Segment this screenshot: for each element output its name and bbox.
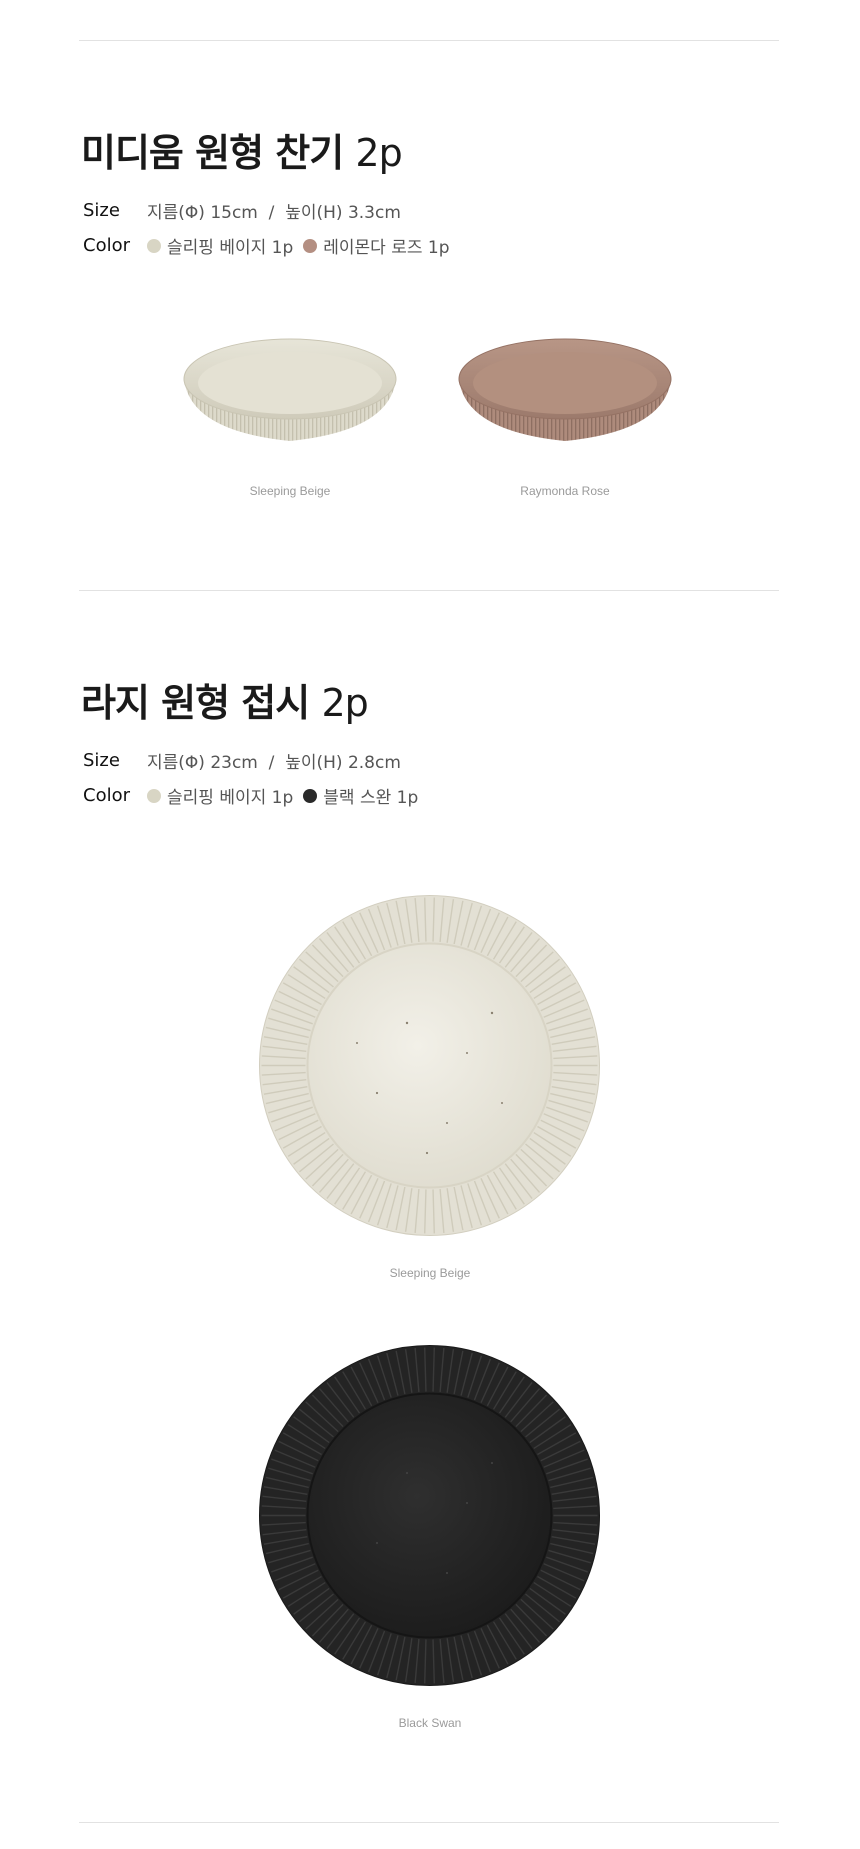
color-option: 슬리핑 베이지 1p <box>147 783 293 808</box>
color-option: 슬리핑 베이지 1p <box>147 233 293 258</box>
divider-top <box>79 40 779 41</box>
section2-qty: 2p <box>321 681 368 725</box>
size-value: 지름(Φ) 23cm / 높이(H) 2.8cm <box>147 753 401 773</box>
color-swatch <box>303 238 318 253</box>
caption-sleeping-beige: Sleeping Beige <box>249 484 331 498</box>
section2-color-row: Color 슬리핑 베이지 1p 블랙 스완 1p <box>83 783 428 808</box>
color-label: Color <box>83 785 130 806</box>
section1-size-row: Size 지름(Φ) 15cm / 높이(H) 3.3cm <box>83 198 401 223</box>
color-swatch <box>147 788 161 803</box>
color-option: 블랙 스완 1p <box>303 783 418 808</box>
size-label: Size <box>83 750 120 771</box>
section1-qty: 2p <box>355 131 402 175</box>
size-label: Size <box>83 200 120 221</box>
plate-image-black-swan <box>259 1345 600 1686</box>
bowl-image-sleeping-beige <box>183 338 397 441</box>
caption-raymonda-rose: Raymonda Rose <box>520 484 610 498</box>
plate-image-sleeping-beige <box>259 895 600 1236</box>
section2-title-text: 라지 원형 접시 <box>81 681 310 725</box>
section1-color-row: Color 슬리핑 베이지 1p 레이몬다 로즈 1p <box>83 233 460 258</box>
color-option-label: 슬리핑 베이지 1p <box>167 238 294 258</box>
color-swatch <box>147 238 161 253</box>
color-option-label: 레이몬다 로즈 1p <box>323 238 450 258</box>
color-label: Color <box>83 235 130 256</box>
size-value: 지름(Φ) 15cm / 높이(H) 3.3cm <box>147 203 401 223</box>
color-option: 레이몬다 로즈 1p <box>303 233 450 258</box>
color-option-label: 슬리핑 베이지 1p <box>167 788 294 808</box>
color-swatch <box>303 788 318 803</box>
section1-title: 미디움 원형 찬기 2p <box>81 122 403 177</box>
caption-sleeping-beige-plate: Sleeping Beige <box>389 1266 471 1280</box>
section1-title-text: 미디움 원형 찬기 <box>81 131 344 175</box>
color-option-label: 블랙 스완 1p <box>323 788 419 808</box>
bowl-image-raymonda-rose <box>458 338 672 441</box>
divider-bottom <box>79 1822 779 1823</box>
section2-title: 라지 원형 접시 2p <box>81 672 369 727</box>
caption-black-swan: Black Swan <box>398 1716 462 1730</box>
section2-size-row: Size 지름(Φ) 23cm / 높이(H) 2.8cm <box>83 748 401 773</box>
divider-middle <box>79 590 779 591</box>
